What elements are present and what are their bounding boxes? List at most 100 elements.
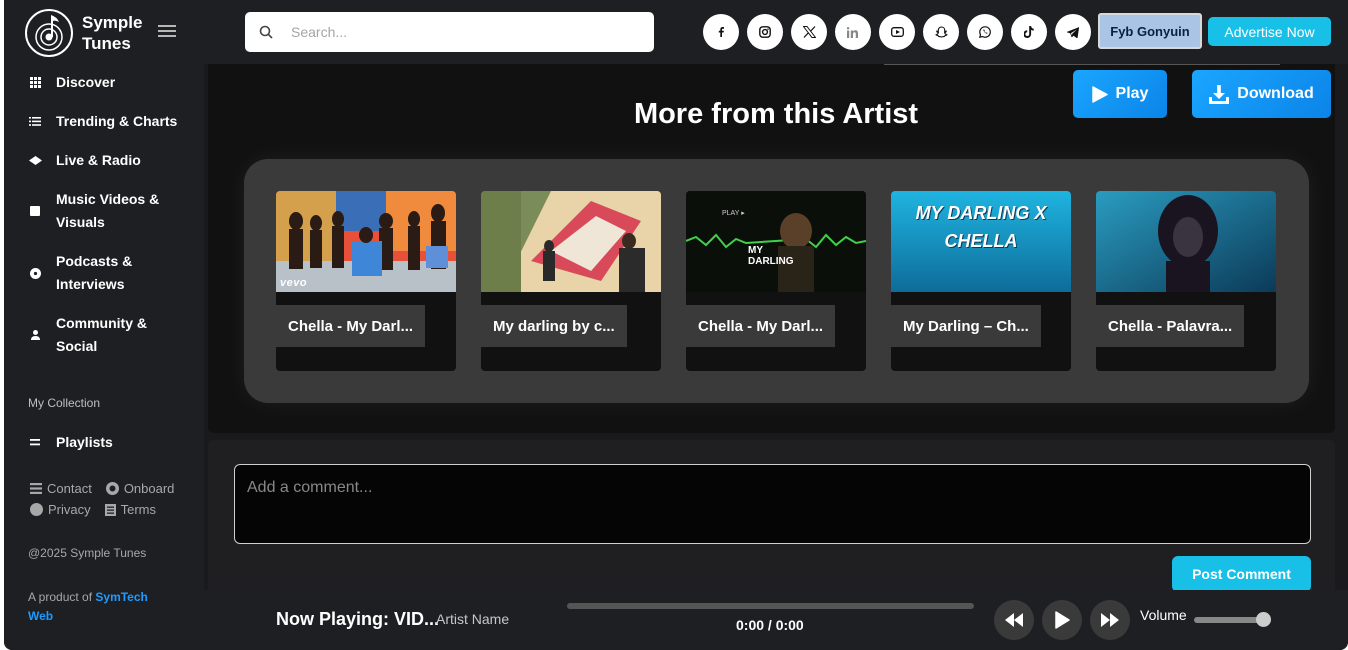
podcast-icon: [28, 266, 42, 280]
volume-slider-handle[interactable]: [1256, 612, 1271, 627]
video-thumbnail: [481, 191, 661, 292]
sidebar-item-label: Playlists: [56, 433, 113, 450]
rewind-icon: [1005, 613, 1023, 627]
comment-input[interactable]: [234, 464, 1311, 544]
vevo-watermark: vevo: [280, 277, 308, 289]
snapchat-button[interactable]: [923, 14, 959, 50]
telegram-button[interactable]: [1055, 14, 1091, 50]
section-title: More from this Artist: [633, 98, 919, 130]
main-content: Play Download More from this Artist vevo…: [204, 64, 1348, 600]
onboard-link[interactable]: Onboard: [105, 481, 174, 496]
play-pause-button[interactable]: [1042, 600, 1082, 640]
whatsapp-icon: [979, 26, 991, 38]
time-display: 0:00 / 0:00: [736, 617, 804, 633]
tiktok-button[interactable]: [1011, 14, 1047, 50]
sidebar-item-community[interactable]: Community & Social: [4, 304, 204, 366]
sidebar-item-label: Live & Radio: [56, 152, 141, 168]
sidebar-item-live-radio[interactable]: Live & Radio: [4, 141, 204, 180]
product-credit: A product of SymTech Web: [28, 590, 148, 623]
search-input[interactable]: [291, 24, 631, 40]
youtube-icon: [890, 27, 904, 37]
onboard-icon: [105, 482, 119, 495]
video-card[interactable]: PLAY ▸ MY DARLING Chella - My Darl...: [686, 191, 866, 371]
youtube-button[interactable]: [879, 14, 915, 50]
brand-name: Symple Tunes: [82, 13, 143, 53]
advertise-button[interactable]: Advertise Now: [1208, 17, 1331, 46]
list-icon: [28, 115, 42, 129]
now-playing-artist: Artist Name: [436, 611, 510, 627]
rewind-button[interactable]: [994, 600, 1034, 640]
linkedin-icon: [847, 26, 858, 38]
facebook-button[interactable]: [703, 14, 739, 50]
playlist-icon: [28, 435, 42, 449]
now-playing-title: Now Playing: VID...: [276, 609, 440, 629]
x-button[interactable]: [791, 14, 827, 50]
terms-icon: [104, 503, 116, 516]
contact-icon: [30, 483, 42, 494]
whatsapp-button[interactable]: [967, 14, 1003, 50]
search-bar[interactable]: [245, 12, 654, 52]
snapchat-icon: [934, 26, 948, 38]
fast-forward-button[interactable]: [1090, 600, 1130, 640]
video-card[interactable]: Chella - Palavra...: [1096, 191, 1276, 371]
video-thumbnail: [1096, 191, 1276, 292]
progress-bar[interactable]: [567, 603, 974, 609]
my-collection-heading: My Collection: [28, 396, 101, 410]
contact-link[interactable]: Contact: [30, 481, 92, 496]
sidebar: Symple Tunes Discover Trending & Charts: [4, 0, 204, 650]
telegram-icon: [1067, 26, 1079, 38]
video-card-title: Chella - Palavra...: [1096, 305, 1245, 347]
artist-cards-container: vevo Chella - My Darl... My darling by c…: [244, 159, 1309, 403]
user-profile-button[interactable]: Fyb Gonyuin: [1098, 13, 1202, 49]
video-card[interactable]: vevo Chella - My Darl...: [276, 191, 456, 371]
video-card-title: My darling by c...: [481, 305, 627, 347]
video-thumbnail: vevo: [276, 191, 456, 292]
facebook-icon: [718, 27, 724, 37]
video-card-title: Chella - My Darl...: [686, 305, 836, 347]
svg-text:PLAY ▸: PLAY ▸: [722, 210, 745, 217]
sidebar-item-discover[interactable]: Discover: [4, 63, 204, 102]
video-icon: [28, 204, 42, 218]
play-icon: [1055, 611, 1070, 629]
hamburger-menu-icon[interactable]: [158, 25, 176, 37]
sidebar-item-label: Trending & Charts: [56, 113, 178, 129]
comment-section: Post Comment: [208, 440, 1335, 600]
video-card-title: Chella - My Darl...: [276, 305, 426, 347]
music-note-logo: [25, 9, 73, 57]
instagram-icon: [759, 26, 771, 38]
thumbnail-overlay-text: MY DARLING: [748, 245, 794, 267]
broadcast-icon: [28, 154, 42, 168]
social-links: [703, 14, 1091, 50]
terms-link[interactable]: Terms: [104, 502, 156, 517]
privacy-link[interactable]: Privacy: [30, 502, 91, 517]
video-card-title: My Darling – Ch...: [891, 305, 1041, 347]
video-card[interactable]: My darling by c...: [481, 191, 661, 371]
sidebar-item-playlists[interactable]: Playlists: [4, 430, 204, 454]
sidebar-item-podcasts[interactable]: Podcasts & Interviews: [4, 242, 204, 304]
video-thumbnail: MY DARLING X CHELLA: [891, 191, 1071, 292]
footer-links: Contact Onboard Privacy Terms: [30, 478, 200, 520]
tiktok-icon: [1024, 26, 1034, 38]
linkedin-button[interactable]: [835, 14, 871, 50]
instagram-button[interactable]: [747, 14, 783, 50]
user-icon: [28, 328, 42, 342]
artist-panel: Play Download More from this Artist vevo…: [208, 64, 1335, 433]
post-comment-button[interactable]: Post Comment: [1172, 556, 1311, 592]
video-card[interactable]: MY DARLING X CHELLA My Darling – Ch...: [891, 191, 1071, 371]
privacy-icon: [30, 503, 43, 516]
sidebar-item-label: Podcasts & Interviews: [56, 253, 133, 292]
sidebar-item-label: Community & Social: [56, 315, 147, 354]
sidebar-item-trending[interactable]: Trending & Charts: [4, 102, 204, 141]
divider: [884, 64, 1280, 65]
x-icon: [802, 26, 816, 38]
grid-icon: [28, 76, 42, 90]
search-icon: [259, 25, 273, 39]
sidebar-item-label: Discover: [56, 74, 116, 90]
volume-label: Volume: [1140, 607, 1187, 623]
brand[interactable]: Symple Tunes: [24, 8, 152, 58]
thumbnail-overlay-text: MY DARLING X CHELLA: [915, 203, 1047, 251]
video-thumbnail: PLAY ▸ MY DARLING: [686, 191, 866, 292]
copyright-text: @2025 Symple Tunes: [28, 546, 147, 560]
sidebar-item-music-videos[interactable]: Music Videos & Visuals: [4, 180, 204, 242]
sidebar-nav: Discover Trending & Charts Live & Radio …: [4, 63, 204, 366]
